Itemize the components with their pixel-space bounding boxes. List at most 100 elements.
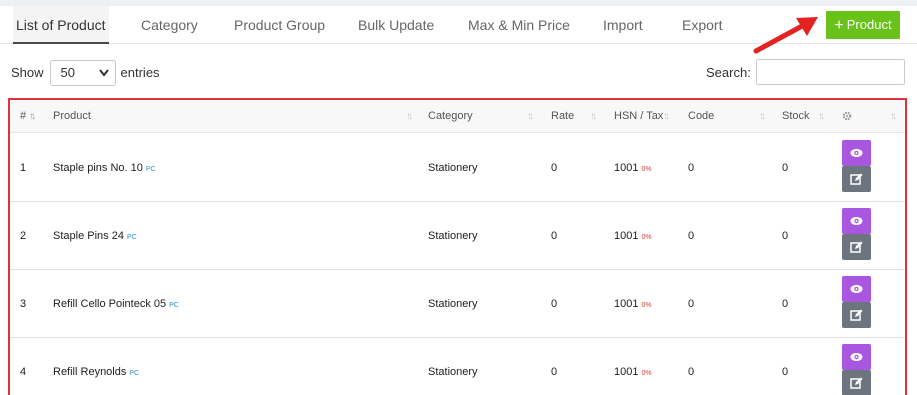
- plus-icon: +: [834, 17, 844, 34]
- product-name: Refill Cello Pointeck 05: [53, 298, 167, 310]
- table-row: 1 Staple pins No. 10 PC Stationery 0 1001…: [10, 134, 905, 202]
- unit-badge: PC: [145, 166, 156, 173]
- product-name-cell[interactable]: Staple Pins 24 PC: [53, 202, 137, 270]
- search-input[interactable]: [756, 59, 905, 85]
- table-header: # ↑↓ Product ↑↓ Category ↑↓ Rate ↑↓ HSN …: [10, 100, 905, 133]
- rate-cell: 0: [551, 162, 558, 174]
- column-header-hsn-tax[interactable]: HSN / Tax: [614, 100, 663, 133]
- tax-rate: 0%: [641, 370, 652, 377]
- tax-rate: 0%: [641, 234, 652, 241]
- view-button[interactable]: [842, 208, 871, 234]
- hsn-tax-cell: 1001 0%: [614, 338, 652, 395]
- product-name-cell[interactable]: Staple pins No. 10 PC: [53, 134, 156, 202]
- tab-category[interactable]: Category: [141, 6, 198, 44]
- red-arrow-icon: [753, 17, 818, 54]
- column-header-stock[interactable]: Stock: [782, 100, 810, 133]
- column-header-code[interactable]: Code: [688, 100, 714, 133]
- sort-icon: ↑↓: [890, 111, 897, 122]
- eye-icon: [850, 149, 863, 157]
- edit-button[interactable]: [842, 234, 871, 260]
- length-menu: Show 50 entries: [11, 60, 160, 86]
- stock-cell: 0: [782, 366, 789, 378]
- row-index: 4: [20, 366, 27, 378]
- edit-icon: [850, 241, 863, 253]
- tax-rate: 0%: [641, 166, 652, 173]
- view-button[interactable]: [842, 344, 871, 370]
- eye-icon: [850, 217, 863, 225]
- product-name-cell[interactable]: Refill Cello Pointeck 05 PC: [53, 270, 179, 338]
- unit-badge: PC: [169, 302, 179, 309]
- column-header-index[interactable]: #: [20, 100, 26, 133]
- unit-badge: PC: [126, 234, 137, 241]
- chevron-down-icon: [98, 61, 109, 95]
- table-row: 4 Refill Reynolds PC Stationery 0 1001 0% …: [10, 338, 905, 395]
- sort-icon: ↑↓: [818, 111, 825, 122]
- search-label: Search:: [706, 65, 751, 80]
- stock-cell: 0: [782, 230, 789, 242]
- hsn-value: 1001: [614, 230, 639, 242]
- hsn-value: 1001: [614, 162, 639, 174]
- column-header-rate[interactable]: Rate: [551, 100, 574, 133]
- hsn-value: 1001: [614, 366, 639, 378]
- stock-cell: 0: [782, 298, 789, 310]
- code-cell: 0: [688, 298, 695, 310]
- code-cell: 0: [688, 366, 695, 378]
- view-button[interactable]: [842, 140, 871, 166]
- product-name: Staple Pins 24: [53, 230, 124, 242]
- category-cell: Stationery: [428, 230, 478, 242]
- sort-icon: ↑↓: [663, 111, 670, 122]
- eye-icon: [850, 353, 863, 361]
- tab-bulk-update[interactable]: Bulk Update: [358, 6, 434, 44]
- hsn-tax-cell: 1001 0%: [614, 134, 652, 202]
- eye-icon: [850, 285, 863, 293]
- code-cell: 0: [688, 230, 695, 242]
- show-label: Show: [11, 65, 44, 80]
- row-index: 2: [20, 230, 27, 242]
- product-table: # ↑↓ Product ↑↓ Category ↑↓ Rate ↑↓ HSN …: [8, 98, 907, 395]
- category-cell: Stationery: [428, 162, 478, 174]
- edit-icon: [850, 309, 863, 321]
- sort-icon: ↑↓: [406, 111, 413, 122]
- product-name: Refill Reynolds: [53, 366, 127, 378]
- edit-button[interactable]: [842, 166, 871, 192]
- rate-cell: 0: [551, 298, 558, 310]
- hsn-tax-cell: 1001 0%: [614, 202, 652, 270]
- category-cell: Stationery: [428, 298, 478, 310]
- edit-icon: [850, 377, 863, 389]
- tab-import[interactable]: Import: [603, 6, 643, 44]
- entries-select[interactable]: 50: [49, 60, 116, 86]
- product-name-cell[interactable]: Refill Reynolds PC: [53, 338, 139, 395]
- column-header-product[interactable]: Product: [53, 100, 91, 133]
- unit-badge: PC: [129, 370, 140, 377]
- tab-max-min-price[interactable]: Max & Min Price: [468, 6, 570, 44]
- sort-asc-icon: ↑↓: [29, 111, 36, 122]
- tab-list-of-product[interactable]: List of Product: [13, 6, 109, 44]
- sort-icon: ↑↓: [527, 111, 534, 122]
- table-row: 2 Staple Pins 24 PC Stationery 0 1001 0% 0…: [10, 202, 905, 270]
- hsn-value: 1001: [614, 298, 639, 310]
- add-product-label: Product: [846, 17, 892, 32]
- code-cell: 0: [688, 162, 695, 174]
- sort-icon: ↑↓: [590, 111, 597, 122]
- entries-select-value: 50: [60, 65, 75, 80]
- view-button[interactable]: [842, 276, 871, 302]
- tax-rate: 0%: [641, 302, 652, 309]
- column-header-category[interactable]: Category: [428, 100, 473, 133]
- row-index: 3: [20, 298, 27, 310]
- edit-icon: [850, 173, 863, 185]
- table-row: 3 Refill Cello Pointeck 05 PC Stationery …: [10, 270, 905, 338]
- hsn-tax-cell: 1001 0%: [614, 270, 652, 338]
- rate-cell: 0: [551, 230, 558, 242]
- add-product-button[interactable]: + Product: [826, 11, 900, 39]
- tab-product-group[interactable]: Product Group: [234, 6, 325, 44]
- edit-button[interactable]: [842, 302, 871, 328]
- tab-export[interactable]: Export: [682, 6, 722, 44]
- gear-icon: [842, 100, 852, 133]
- rate-cell: 0: [551, 366, 558, 378]
- edit-button[interactable]: [842, 370, 871, 395]
- stock-cell: 0: [782, 162, 789, 174]
- row-index: 1: [20, 162, 27, 174]
- category-cell: Stationery: [428, 366, 478, 378]
- sort-icon: ↑↓: [759, 111, 766, 122]
- product-name: Staple pins No. 10: [53, 162, 143, 174]
